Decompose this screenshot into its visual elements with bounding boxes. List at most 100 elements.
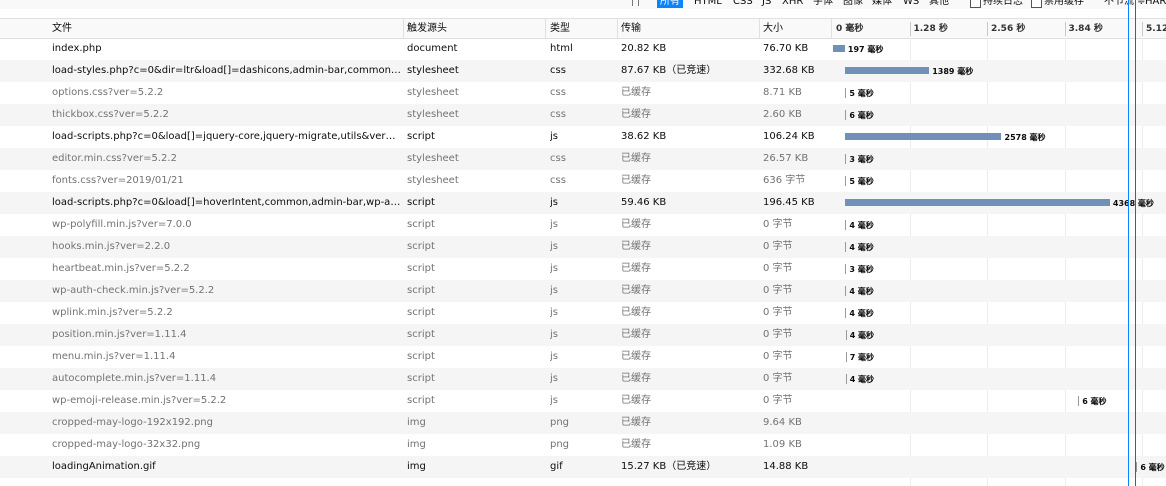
column-divider [545,19,546,39]
waterfall-bar [1078,396,1080,406]
throttle-select[interactable]: 不节流 ≑ [1104,0,1146,8]
timeline-tick-label: 2.56 秒 [991,24,1026,34]
cell-file: thickbox.css?ver=5.2.2 [52,109,169,120]
column-divider [759,19,760,39]
cell-transferred: 已缓存 [621,87,651,98]
toolbar-separator [632,0,633,6]
filter-toolbar: 所有 HTML CSS JS XHR 字体 图像 媒体 WS 其他 持续日志 禁用缓存 不节流 ≑… [0,0,1166,9]
cell-file: options.css?ver=5.2.2 [52,87,164,98]
table-row[interactable]: autocomplete.min.js?ver=1.11.4 script js 已缓… [0,368,1166,390]
cell-type: js [550,131,558,142]
waterfall-timing-label: 4 毫秒 [849,375,875,384]
cell-transferred: 已缓存 [621,329,651,340]
filter-button-字体[interactable]: 字体 [810,0,836,8]
cell-cause: script [407,395,435,406]
cell-cause: stylesheet [407,65,459,76]
persist-logs-label: 持续日志 [983,0,1023,7]
cell-file: heartbeat.min.js?ver=5.2.2 [52,263,190,274]
cell-type: js [550,219,558,230]
filter-button-JS[interactable]: JS [759,0,774,8]
cell-cause: script [407,197,435,208]
column-header-transferred[interactable]: 传输 [621,19,641,39]
cell-file: menu.min.js?ver=1.11.4 [52,351,176,362]
table-row[interactable]: editor.min.css?ver=5.2.2 stylesheet css 已缓存… [0,148,1166,170]
cell-cause: script [407,351,435,362]
cell-transferred: 已缓存 [621,153,651,164]
cell-file: wp-auth-check.min.js?ver=5.2.2 [52,285,215,296]
waterfall-timing-label: 2578 毫秒 [1004,133,1046,142]
cell-size: 0 字节 [763,263,793,274]
table-row[interactable]: hooks.min.js?ver=2.2.0 script js 已缓存 0 字节 4 毫… [0,236,1166,258]
table-row[interactable]: load-scripts.php?c=0&load[]=hoverIntent,… [0,192,1166,214]
cell-cause: script [407,241,435,252]
filter-button-CSS[interactable]: CSS [730,0,756,8]
table-row[interactable]: heartbeat.min.js?ver=5.2.2 script js 已缓存 0 字… [0,258,1166,280]
cell-size: 9.64 KB [763,417,802,428]
cell-type: js [550,351,558,362]
cell-transferred: 已缓存 [621,307,651,318]
cell-type: js [550,373,558,384]
cell-file: loadingAnimation.gif [52,461,156,472]
table-row[interactable]: index.php document html 20.82 KB 76.70 KB 197… [0,38,1166,60]
table-row[interactable]: menu.min.js?ver=1.11.4 script js 已缓存 0 字节 7 毫… [0,346,1166,368]
cell-cause: document [407,43,458,54]
cell-size: 0 字节 [763,241,793,252]
filter-button-WS[interactable]: WS [900,0,922,8]
table-row[interactable]: fonts.css?ver=2019/01/21 stylesheet css 已缓存… [0,170,1166,192]
column-divider [617,19,618,39]
column-header-file[interactable]: 文件 [52,19,72,39]
filter-button-XHR[interactable]: XHR [779,0,806,8]
har-menu-button[interactable]: HAR [1145,0,1166,8]
waterfall-timing-label: 1389 毫秒 [932,67,974,76]
table-row[interactable]: load-scripts.php?c=0&load[]=jquery-core,… [0,126,1166,148]
table-row[interactable]: cropped-may-logo-32x32.png img png 已缓存 1.09 … [0,434,1166,456]
cell-cause: stylesheet [407,87,459,98]
waterfall-timing-label: 4 毫秒 [849,309,874,318]
cell-transferred: 已缓存 [621,439,651,450]
waterfall-timing-label: 4 毫秒 [849,243,874,252]
table-row[interactable]: wp-auth-check.min.js?ver=5.2.2 script js 已缓… [0,280,1166,302]
filter-button-其他[interactable]: 其他 [926,0,952,8]
waterfall-bar [845,110,847,120]
cell-cause: script [407,131,435,142]
waterfall-bar [845,374,847,384]
waterfall-timing-label: 4 毫秒 [849,287,874,296]
table-row[interactable]: wplink.min.js?ver=5.2.2 script js 已缓存 0 字节 4 … [0,302,1166,324]
timeline-tick-line [1142,22,1143,36]
cell-file: wplink.min.js?ver=5.2.2 [52,307,173,318]
table-row[interactable]: options.css?ver=5.2.2 stylesheet css 已缓存 8.7… [0,82,1166,104]
table-row[interactable]: load-styles.php?c=0&dir=ltr&load[]=dashi… [0,60,1166,82]
table-row[interactable]: wp-polyfill.min.js?ver=7.0.0 script js 已缓存 0… [0,214,1166,236]
table-row[interactable]: cropped-may-logo-192x192.png img png 已缓存 9.6… [0,412,1166,434]
cell-type: gif [550,461,563,472]
waterfall-timing-label: 4368 毫秒 [1112,199,1154,208]
table-row[interactable]: position.min.js?ver=1.11.4 script js 已缓存 0 字… [0,324,1166,346]
cell-file: load-styles.php?c=0&dir=ltr&load[]=dashi… [52,65,402,76]
table-row[interactable]: loadingAnimation.gif img gif 15.27 KB（已竞速） 1… [0,456,1166,478]
waterfall-bar [845,242,847,252]
cell-file: autocomplete.min.js?ver=1.11.4 [52,373,217,384]
cell-type: js [550,307,558,318]
waterfall-timing-label: 4 毫秒 [849,221,874,230]
waterfall-timing-label: 7 毫秒 [849,353,875,362]
column-header-size[interactable]: 大小 [763,19,783,39]
cell-file: editor.min.css?ver=5.2.2 [52,153,177,164]
waterfall-timing-label: 6 毫秒 [1082,397,1107,406]
cell-transferred: 已缓存 [621,175,651,186]
filter-button-图像[interactable]: 图像 [840,0,866,8]
cell-cause: script [407,373,435,384]
cell-size: 106.24 KB [763,131,815,142]
filter-button-HTML[interactable]: HTML [691,0,725,8]
disable-cache-checkbox[interactable] [1031,0,1042,8]
cell-size: 332.68 KB [763,65,815,76]
cell-transferred: 已缓存 [621,285,651,296]
persist-logs-checkbox[interactable] [970,0,981,8]
table-row[interactable]: wp-emoji-release.min.js?ver=5.2.2 script j… [0,390,1166,412]
table-row[interactable]: thickbox.css?ver=5.2.2 stylesheet css 已缓存 2.… [0,104,1166,126]
timeline-tick-line [909,22,911,36]
column-header-cause[interactable]: 触发源头 [407,19,447,39]
cell-file: fonts.css?ver=2019/01/21 [52,175,184,186]
column-header-type[interactable]: 类型 [550,19,570,39]
filter-button-媒体[interactable]: 媒体 [869,0,895,8]
filter-button-所有[interactable]: 所有 [657,0,683,8]
